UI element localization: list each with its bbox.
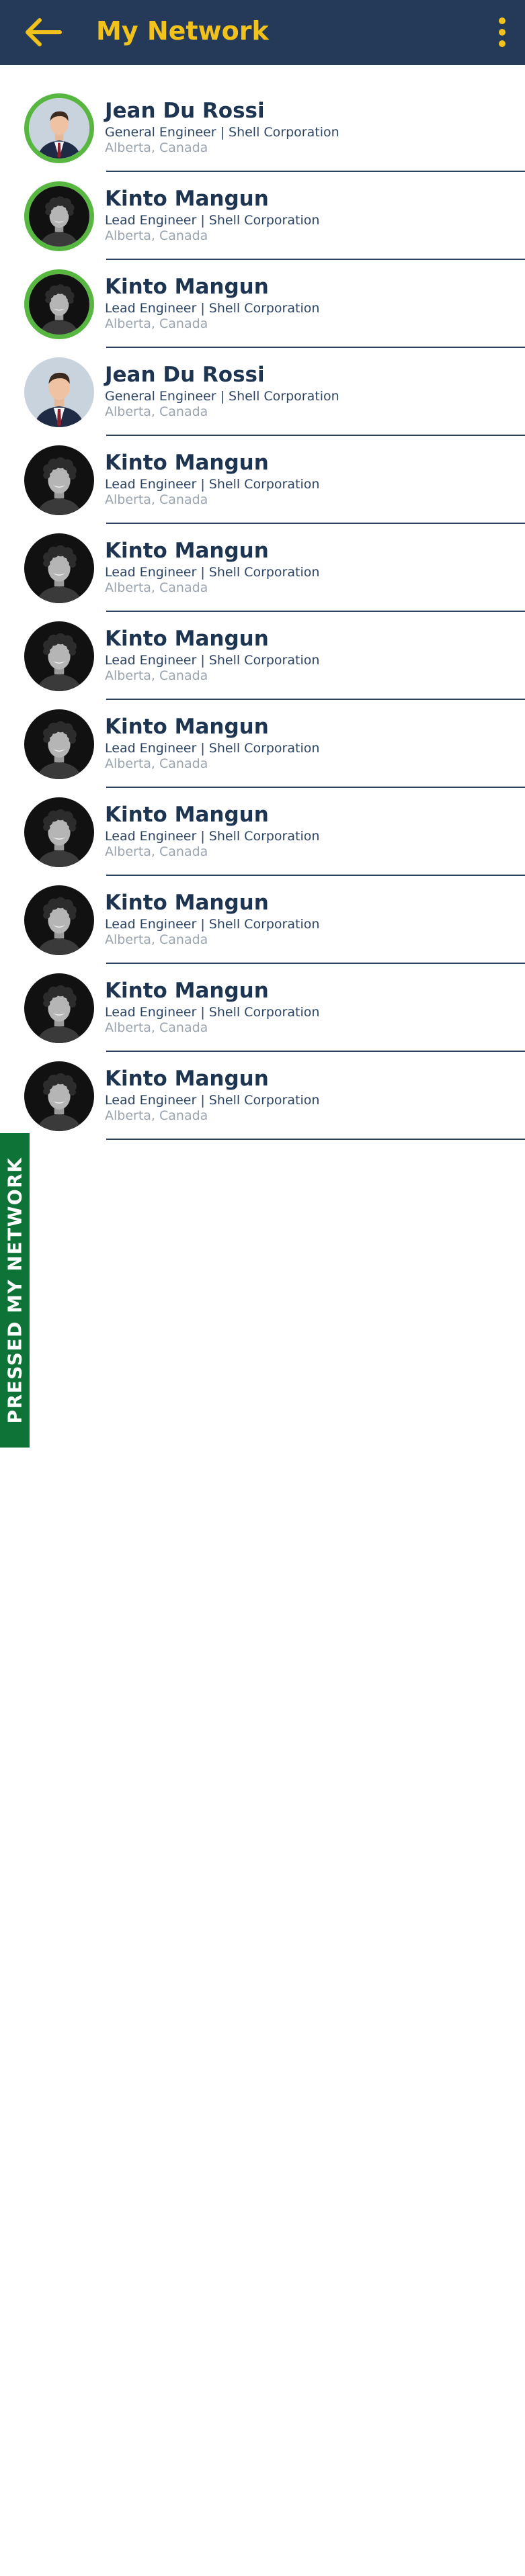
contact-role: Lead Engineer | Shell Corporation	[105, 1093, 320, 1108]
contact-location: Alberta, Canada	[105, 492, 208, 507]
contact-location: Alberta, Canada	[105, 140, 208, 155]
curly-hair-man-avatar[interactable]	[24, 445, 94, 515]
side-tab-label: PRESSED MY NETWORK	[3, 1157, 26, 1424]
contact-role: General Engineer | Shell Corporation	[105, 125, 339, 140]
row-divider	[106, 435, 525, 436]
contact-name: Kinto Mangun	[105, 715, 269, 739]
man-in-suit-avatar[interactable]	[24, 93, 94, 163]
contact-location: Alberta, Canada	[105, 1108, 208, 1123]
contact-role: Lead Engineer | Shell Corporation	[105, 829, 320, 844]
curly-hair-man-avatar[interactable]	[24, 269, 94, 339]
overflow-menu-button[interactable]	[490, 15, 514, 50]
contact-role: Lead Engineer | Shell Corporation	[105, 1005, 320, 1020]
contact-name: Kinto Mangun	[105, 891, 269, 915]
man-in-suit-avatar[interactable]	[24, 357, 94, 427]
contact-role: Lead Engineer | Shell Corporation	[105, 741, 320, 756]
contact-name: Jean Du Rossi	[105, 99, 265, 123]
curly-hair-man-avatar[interactable]	[24, 1061, 94, 1131]
row-divider	[106, 171, 525, 172]
contact-role: Lead Engineer | Shell Corporation	[105, 477, 320, 492]
contact-location: Alberta, Canada	[105, 228, 208, 243]
contact-role: Lead Engineer | Shell Corporation	[105, 565, 320, 580]
row-divider	[106, 611, 525, 612]
curly-hair-man-avatar[interactable]	[24, 885, 94, 955]
more-vertical-icon	[499, 17, 506, 47]
row-divider	[106, 523, 525, 524]
contact-row-1[interactable]: Jean Du Rossi General Engineer | Shell C…	[0, 87, 525, 175]
contact-name: Kinto Mangun	[105, 451, 269, 475]
contact-role: Lead Engineer | Shell Corporation	[105, 917, 320, 932]
row-divider	[106, 1139, 525, 1140]
row-divider	[106, 875, 525, 876]
contact-row-8[interactable]: Kinto Mangun Lead Engineer | Shell Corpo…	[0, 703, 525, 791]
contact-name: Kinto Mangun	[105, 627, 269, 651]
contact-role: Lead Engineer | Shell Corporation	[105, 301, 320, 316]
contact-location: Alberta, Canada	[105, 580, 208, 595]
contact-location: Alberta, Canada	[105, 844, 208, 859]
contact-name: Kinto Mangun	[105, 803, 269, 827]
contact-name: Kinto Mangun	[105, 1067, 269, 1091]
contact-name: Kinto Mangun	[105, 187, 269, 211]
curly-hair-man-avatar[interactable]	[24, 621, 94, 691]
contact-row-2[interactable]: Kinto Mangun Lead Engineer | Shell Corpo…	[0, 175, 525, 263]
contact-role: General Engineer | Shell Corporation	[105, 389, 339, 404]
row-divider	[106, 347, 525, 348]
contact-row-3[interactable]: Kinto Mangun Lead Engineer | Shell Corpo…	[0, 263, 525, 351]
contact-name: Jean Du Rossi	[105, 363, 265, 387]
contact-row-11[interactable]: Kinto Mangun Lead Engineer | Shell Corpo…	[0, 967, 525, 1055]
contact-location: Alberta, Canada	[105, 1020, 208, 1035]
contact-row-5[interactable]: Kinto Mangun Lead Engineer | Shell Corpo…	[0, 439, 525, 527]
contact-row-10[interactable]: Kinto Mangun Lead Engineer | Shell Corpo…	[0, 879, 525, 967]
pressed-my-network-tab[interactable]: PRESSED MY NETWORK	[0, 1133, 30, 1448]
contact-list: Jean Du Rossi General Engineer | Shell C…	[0, 87, 525, 1143]
row-divider	[106, 259, 525, 260]
row-divider	[106, 963, 525, 964]
contact-location: Alberta, Canada	[105, 756, 208, 771]
curly-hair-man-avatar[interactable]	[24, 181, 94, 251]
curly-hair-man-avatar[interactable]	[24, 533, 94, 603]
contact-location: Alberta, Canada	[105, 932, 208, 947]
contact-name: Kinto Mangun	[105, 275, 269, 299]
contact-row-6[interactable]: Kinto Mangun Lead Engineer | Shell Corpo…	[0, 527, 525, 615]
back-button[interactable]	[12, 13, 73, 51]
page-title: My Network	[96, 16, 269, 46]
row-divider	[106, 1051, 525, 1052]
contact-location: Alberta, Canada	[105, 668, 208, 683]
contact-name: Kinto Mangun	[105, 539, 269, 563]
row-divider	[106, 787, 525, 788]
contact-name: Kinto Mangun	[105, 979, 269, 1003]
contact-role: Lead Engineer | Shell Corporation	[105, 653, 320, 668]
contact-row-9[interactable]: Kinto Mangun Lead Engineer | Shell Corpo…	[0, 791, 525, 879]
contact-row-12[interactable]: Kinto Mangun Lead Engineer | Shell Corpo…	[0, 1055, 525, 1143]
curly-hair-man-avatar[interactable]	[24, 797, 94, 867]
contact-location: Alberta, Canada	[105, 404, 208, 419]
app-bar: My Network	[0, 0, 525, 65]
curly-hair-man-avatar[interactable]	[24, 709, 94, 779]
arrow-left-icon	[26, 18, 62, 46]
contact-row-4[interactable]: Jean Du Rossi General Engineer | Shell C…	[0, 351, 525, 439]
contact-role: Lead Engineer | Shell Corporation	[105, 213, 320, 228]
contact-location: Alberta, Canada	[105, 316, 208, 331]
curly-hair-man-avatar[interactable]	[24, 973, 94, 1043]
contact-row-7[interactable]: Kinto Mangun Lead Engineer | Shell Corpo…	[0, 615, 525, 703]
row-divider	[106, 699, 525, 700]
